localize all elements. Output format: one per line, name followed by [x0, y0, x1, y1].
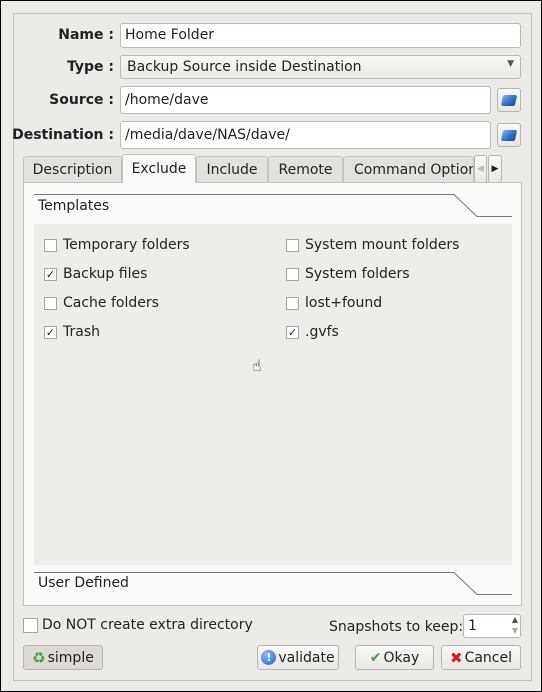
tab-label: Description [32, 162, 113, 178]
cancel-button[interactable]: ✖ Cancel [441, 645, 521, 670]
exclude-panel: Templates Temporary folders System mount … [23, 182, 522, 606]
validate-label: validate [278, 649, 335, 666]
source-input[interactable]: /home/dave [120, 86, 491, 114]
tab-label: Exclude [131, 161, 187, 177]
no-extra-directory-checkbox[interactable] [23, 618, 38, 633]
hand-cursor-icon: ☝ [252, 356, 262, 375]
exclude-checkbox[interactable] [286, 297, 299, 310]
snapshots-spinbox[interactable]: 1 ▲ ▼ [463, 614, 521, 638]
arrow-right-icon: ▶ [491, 164, 499, 174]
templates-area: Temporary folders System mount folders ✓ Ba… [34, 224, 512, 565]
exclude-checkbox[interactable] [286, 268, 299, 281]
user-defined-header[interactable]: User Defined [38, 575, 129, 591]
tab-label: Command Options [354, 162, 474, 178]
chevron-down-icon: ▼ [507, 59, 514, 69]
destination-input[interactable]: /media/dave/NAS/dave/ [120, 121, 491, 149]
tab-label: Include [206, 162, 258, 178]
exclude-checkbox-label: lost+found [305, 295, 383, 311]
profile-dialog: Name : Home Folder Type : Backup Source … [0, 0, 542, 692]
type-select[interactable]: Backup Source inside Destination ▼ [120, 55, 521, 79]
exclude-checkbox[interactable] [286, 239, 299, 252]
exclude-checkbox[interactable]: ✓ [44, 326, 57, 339]
folder-icon [500, 129, 518, 141]
templates-header[interactable]: Templates [38, 198, 109, 214]
exclude-checkbox[interactable] [44, 297, 57, 310]
exclude-checkbox-label: System folders [305, 266, 410, 282]
type-label: Type : [66, 59, 114, 75]
okay-label: Okay [383, 649, 420, 666]
tab-label: Remote [278, 162, 333, 178]
no-extra-directory-label: Do NOT create extra directory [42, 617, 253, 633]
exclude-checkbox-label: System mount folders [305, 237, 460, 253]
exclude-checkbox-label: .gvfs [305, 324, 339, 340]
tab-include[interactable]: Include [196, 156, 268, 183]
simple-button[interactable]: ♻ simple [23, 645, 103, 670]
tab-description[interactable]: Description [23, 156, 122, 183]
exclude-checkbox[interactable]: ✓ [44, 268, 57, 281]
okay-button[interactable]: ✔ Okay [355, 645, 434, 670]
checkmark-icon: ✔ [369, 649, 382, 666]
simple-label: simple [47, 649, 94, 666]
exclude-checkbox-label: Backup files [63, 266, 148, 282]
exclude-checkbox[interactable] [44, 239, 57, 252]
browse-destination-button[interactable] [497, 123, 521, 147]
tab-scroll-right-button[interactable]: ▶ [488, 155, 502, 183]
tab-command-options[interactable]: Command Options [343, 156, 474, 183]
destination-label: Destination : [12, 127, 114, 143]
tab-remote[interactable]: Remote [268, 156, 343, 183]
info-icon: ! [261, 650, 277, 665]
browse-source-button[interactable] [497, 88, 521, 112]
cancel-label: Cancel [464, 649, 512, 666]
name-input[interactable]: Home Folder [120, 23, 521, 48]
tab-exclude[interactable]: Exclude [122, 154, 196, 183]
exclude-checkbox-label: Trash [63, 324, 100, 340]
exclude-checkbox[interactable]: ✓ [286, 326, 299, 339]
folder-icon [500, 94, 518, 106]
arrow-left-icon: ◀ [477, 164, 484, 174]
validate-button[interactable]: ! validate [257, 645, 339, 670]
name-label: Name : [58, 27, 114, 43]
exclude-checkbox-label: Temporary folders [63, 237, 190, 253]
spin-up-icon[interactable]: ▲ [512, 615, 518, 625]
tab-scroll-left-button[interactable]: ◀ [474, 155, 487, 183]
exclude-checkbox-label: Cache folders [63, 295, 159, 311]
source-label: Source : [49, 92, 114, 108]
snapshots-label: Snapshots to keep: [329, 619, 464, 635]
refresh-icon: ♻ [32, 648, 46, 667]
close-icon: ✖ [449, 648, 463, 667]
spin-down-icon[interactable]: ▼ [512, 626, 518, 636]
type-select-value: Backup Source inside Destination [127, 59, 362, 75]
snapshots-value: 1 [468, 618, 477, 634]
